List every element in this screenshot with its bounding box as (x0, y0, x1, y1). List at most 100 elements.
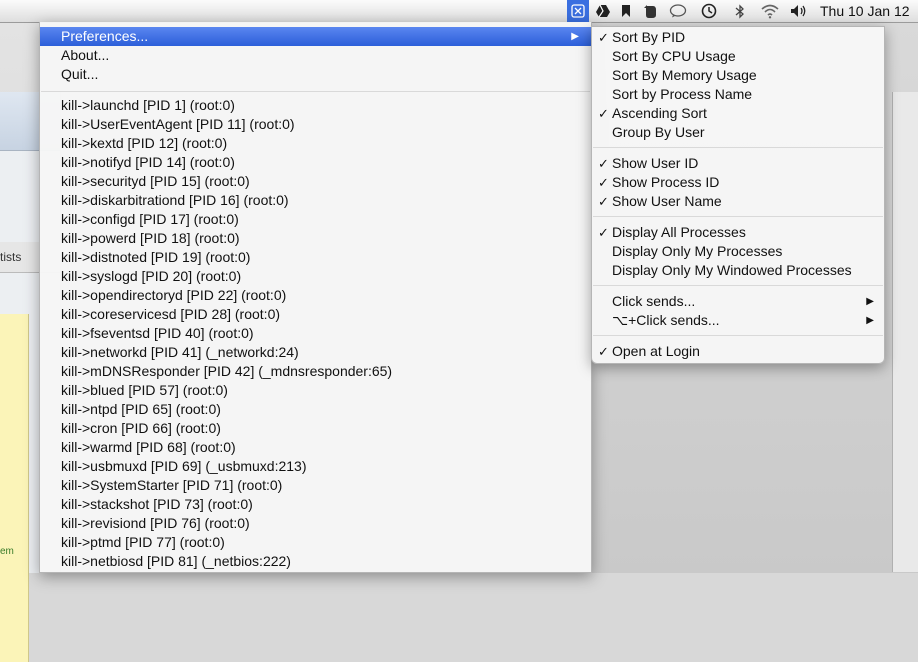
submenu-item-label: Show User Name (612, 193, 722, 209)
submenu-item-show-user-name[interactable]: ✓ Show User Name (592, 192, 884, 211)
process-item-label: kill->warmd [PID 68] (root:0) (61, 439, 236, 455)
process-item[interactable]: kill->configd [PID 17] (root:0) (40, 210, 591, 229)
process-item[interactable]: kill->networkd [PID 41] (_networkd:24) (40, 343, 591, 362)
submenu-separator (593, 216, 883, 217)
process-item-label: kill->launchd [PID 1] (root:0) (61, 97, 235, 113)
process-item-label: kill->SystemStarter [PID 71] (root:0) (61, 477, 283, 493)
menu-item-preferences[interactable]: Preferences... ▶ (40, 27, 591, 46)
submenu-item-label: Ascending Sort (612, 105, 707, 121)
process-item-label: kill->securityd [PID 15] (root:0) (61, 173, 250, 189)
submenu-item-label: Show User ID (612, 155, 699, 171)
process-item[interactable]: kill->mDNSResponder [PID 42] (_mdnsrespo… (40, 362, 591, 381)
process-item-label: kill->diskarbitrationd [PID 16] (root:0) (61, 192, 289, 208)
menu-item-quit[interactable]: Quit... (40, 65, 591, 84)
chat-bubble-icon[interactable] (666, 0, 690, 22)
process-item-label: kill->netbiosd [PID 81] (_netbios:222) (61, 553, 291, 569)
process-item-label: kill->notifyd [PID 14] (root:0) (61, 154, 235, 170)
process-item[interactable]: kill->stackshot [PID 73] (root:0) (40, 495, 591, 514)
process-item-label: kill->distnoted [PID 19] (root:0) (61, 249, 251, 265)
process-item-label: kill->revisiond [PID 76] (root:0) (61, 515, 250, 531)
submenu-separator (593, 335, 883, 336)
submenu-item-sort-by-pid[interactable]: ✓ Sort By PID (592, 28, 884, 47)
process-item-label: kill->configd [PID 17] (root:0) (61, 211, 239, 227)
submenu-item-group-by-user[interactable]: Group By User (592, 123, 884, 142)
process-item[interactable]: kill->revisiond [PID 76] (root:0) (40, 514, 591, 533)
google-drive-icon[interactable] (593, 0, 613, 22)
checkmark-icon: ✓ (598, 194, 609, 209)
process-item-label: kill->networkd [PID 41] (_networkd:24) (61, 344, 299, 360)
submenu-item-label: Sort by Process Name (612, 86, 753, 102)
process-item[interactable]: kill->cron [PID 66] (root:0) (40, 419, 591, 438)
preferences-submenu: ✓ Sort By PID Sort By CPU Usage Sort By Mem… (591, 26, 885, 364)
volume-icon[interactable] (788, 0, 810, 22)
process-item[interactable]: kill->UserEventAgent [PID 11] (root:0) (40, 115, 591, 134)
submenu-item-display-all-processes[interactable]: ✓ Display All Processes (592, 223, 884, 242)
processkiller-icon[interactable] (567, 0, 589, 22)
process-item-label: kill->powerd [PID 18] (root:0) (61, 230, 240, 246)
submenu-item-show-process-id[interactable]: ✓ Show Process ID (592, 173, 884, 192)
process-item[interactable]: kill->ntpd [PID 65] (root:0) (40, 400, 591, 419)
process-item-label: kill->fseventsd [PID 40] (root:0) (61, 325, 254, 341)
background-tab-label: tists (0, 250, 22, 264)
process-item[interactable]: kill->securityd [PID 15] (root:0) (40, 172, 591, 191)
process-item[interactable]: kill->opendirectoryd [PID 22] (root:0) (40, 286, 591, 305)
process-item[interactable]: kill->kextd [PID 12] (root:0) (40, 134, 591, 153)
process-item[interactable]: kill->netbiosd [PID 81] (_netbios:222) (40, 552, 591, 571)
submenu-item-click-sends[interactable]: Click sends... ▶ (592, 292, 884, 311)
background-window-edge (892, 92, 918, 572)
process-item[interactable]: kill->fseventsd [PID 40] (root:0) (40, 324, 591, 343)
checkmark-icon: ✓ (598, 156, 609, 171)
process-item[interactable]: kill->launchd [PID 1] (root:0) (40, 96, 591, 115)
submenu-item-label: Group By User (612, 124, 705, 140)
submenu-item-open-at-login[interactable]: ✓ Open at Login (592, 342, 884, 361)
process-item[interactable]: kill->coreservicesd [PID 28] (root:0) (40, 305, 591, 324)
menubar-clock[interactable]: Thu 10 Jan 12 (820, 3, 910, 19)
submenu-item-ascending-sort[interactable]: ✓ Ascending Sort (592, 104, 884, 123)
process-menu: Preferences... ▶ About... Quit... kill->… (39, 22, 592, 573)
checkmark-icon: ✓ (598, 225, 609, 240)
menu-item-label: About... (61, 47, 110, 63)
submenu-item-click-sends[interactable]: ⌥+Click sends... ▶ (592, 311, 884, 330)
bluetooth-icon[interactable] (730, 0, 750, 22)
submenu-arrow-icon: ▶ (866, 315, 874, 326)
time-machine-icon[interactable] (698, 0, 720, 22)
submenu-item-sort-by-memory-usage[interactable]: Sort By Memory Usage (592, 66, 884, 85)
process-item-label: kill->coreservicesd [PID 28] (root:0) (61, 306, 281, 322)
submenu-arrow-icon: ▶ (866, 296, 874, 307)
menu-item-about[interactable]: About... (40, 46, 591, 65)
process-item-label: kill->usbmuxd [PID 69] (_usbmuxd:213) (61, 458, 307, 474)
wifi-icon[interactable] (757, 0, 783, 22)
process-item[interactable]: kill->SystemStarter [PID 71] (root:0) (40, 476, 591, 495)
process-item-label: kill->cron [PID 66] (root:0) (61, 420, 221, 436)
checkmark-icon: ✓ (598, 30, 609, 45)
process-item[interactable]: kill->usbmuxd [PID 69] (_usbmuxd:213) (40, 457, 591, 476)
submenu-item-display-only-my-processes[interactable]: Display Only My Processes (592, 242, 884, 261)
process-item[interactable]: kill->distnoted [PID 19] (root:0) (40, 248, 591, 267)
submenu-item-label: Display Only My Processes (612, 243, 783, 259)
process-item[interactable]: kill->blued [PID 57] (root:0) (40, 381, 591, 400)
process-item[interactable]: kill->powerd [PID 18] (root:0) (40, 229, 591, 248)
submenu-item-display-only-my-windowed-processes[interactable]: Display Only My Windowed Processes (592, 261, 884, 280)
process-item-label: kill->ptmd [PID 77] (root:0) (61, 534, 225, 550)
menu-item-label: Preferences... (61, 28, 149, 44)
submenu-item-sort-by-cpu-usage[interactable]: Sort By CPU Usage (592, 47, 884, 66)
submenu-item-show-user-id[interactable]: ✓ Show User ID (592, 154, 884, 173)
process-item[interactable]: kill->ptmd [PID 77] (root:0) (40, 533, 591, 552)
submenu-item-label: Show Process ID (612, 174, 720, 190)
process-item[interactable]: kill->syslogd [PID 20] (root:0) (40, 267, 591, 286)
process-item-label: kill->mDNSResponder [PID 42] (_mdnsrespo… (61, 363, 393, 379)
menu-separator (41, 91, 590, 92)
process-item-label: kill->syslogd [PID 20] (root:0) (61, 268, 242, 284)
bookmark-icon[interactable] (617, 0, 635, 22)
process-item[interactable]: kill->notifyd [PID 14] (root:0) (40, 153, 591, 172)
submenu-item-label: Display All Processes (612, 224, 746, 240)
submenu-item-label: Sort By PID (612, 29, 686, 45)
submenu-item-sort-by-process-name[interactable]: Sort by Process Name (592, 85, 884, 104)
process-item[interactable]: kill->warmd [PID 68] (root:0) (40, 438, 591, 457)
submenu-item-label: ⌥+Click sends... (612, 312, 720, 328)
process-item[interactable]: kill->diskarbitrationd [PID 16] (root:0) (40, 191, 591, 210)
process-item-label: kill->ntpd [PID 65] (root:0) (61, 401, 221, 417)
submenu-item-label: Sort By CPU Usage (612, 48, 736, 64)
evernote-icon[interactable] (640, 0, 660, 22)
submenu-item-label: Sort By Memory Usage (612, 67, 757, 83)
